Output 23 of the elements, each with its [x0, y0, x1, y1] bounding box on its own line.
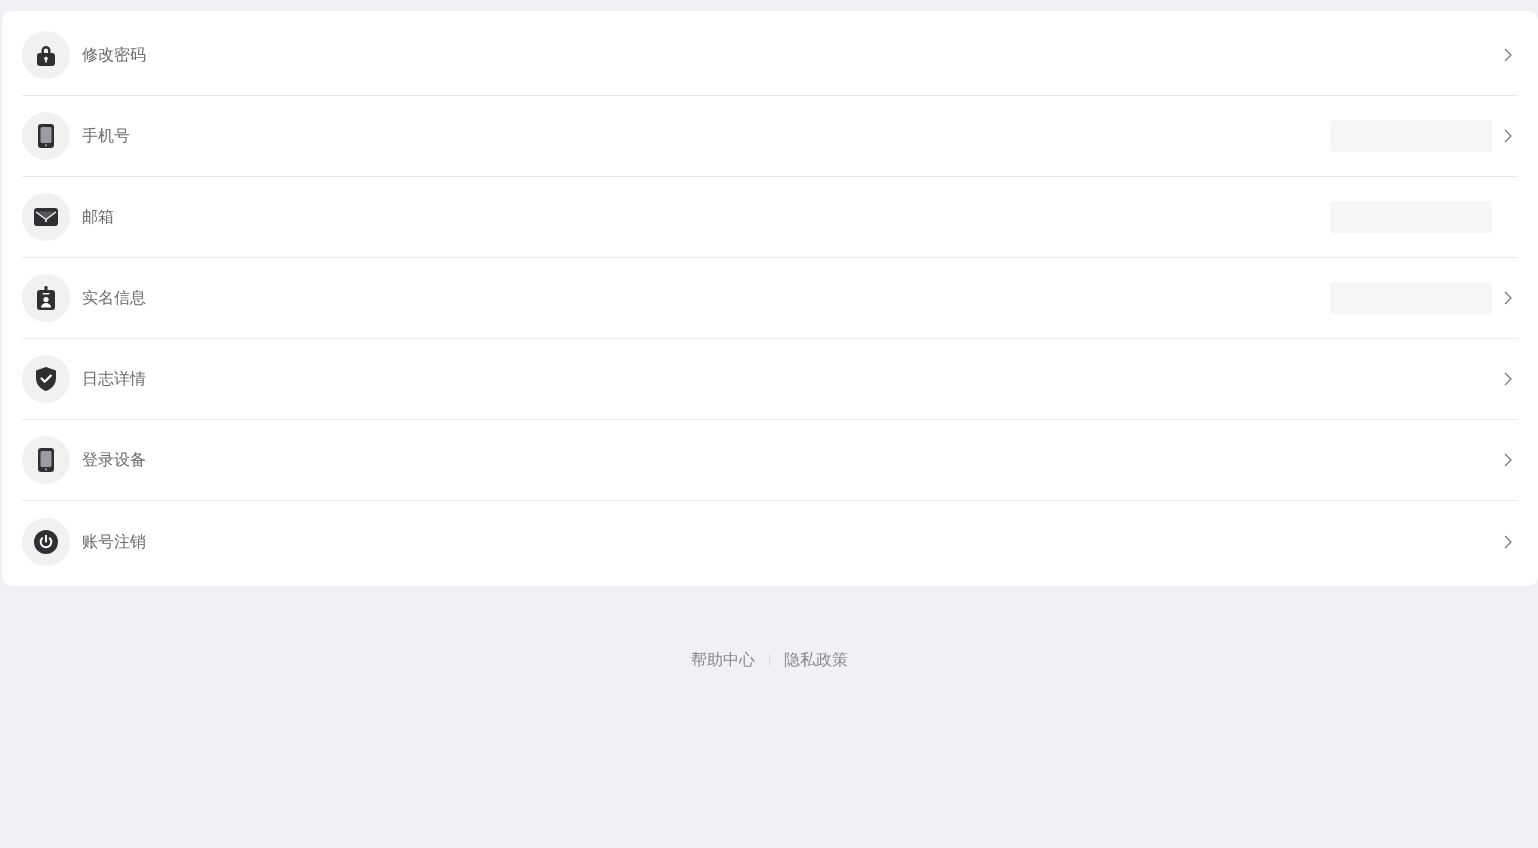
settings-row[interactable]: 登录设备: [22, 420, 1518, 501]
footer-link[interactable]: 帮助中心: [690, 648, 755, 672]
setting-label: 修改密码: [82, 45, 146, 65]
setting-label: 日志详情: [82, 369, 146, 389]
setting-label: 邮箱: [82, 207, 114, 227]
id-badge-icon: [22, 274, 70, 322]
settings-row[interactable]: 手机号: [22, 96, 1518, 177]
phone-icon: [22, 436, 70, 484]
setting-label: 账号注销: [82, 531, 146, 552]
power-icon: [22, 517, 70, 566]
setting-label: 手机号: [82, 126, 130, 146]
shield-check-icon: [22, 355, 70, 403]
settings-row[interactable]: 修改密码: [22, 15, 1518, 96]
settings-row[interactable]: 日志详情: [22, 339, 1518, 420]
envelope-icon: [22, 193, 70, 241]
settings-row[interactable]: 实名信息: [22, 258, 1518, 339]
phone-icon: [22, 112, 70, 160]
settings-row[interactable]: 邮箱: [22, 177, 1518, 258]
footer-link[interactable]: 隐私政策: [783, 648, 848, 672]
setting-label: 登录设备: [82, 450, 146, 470]
settings-row[interactable]: 账号注销: [22, 501, 1518, 582]
lock-icon: [22, 31, 70, 79]
setting-label: 实名信息: [82, 288, 146, 308]
